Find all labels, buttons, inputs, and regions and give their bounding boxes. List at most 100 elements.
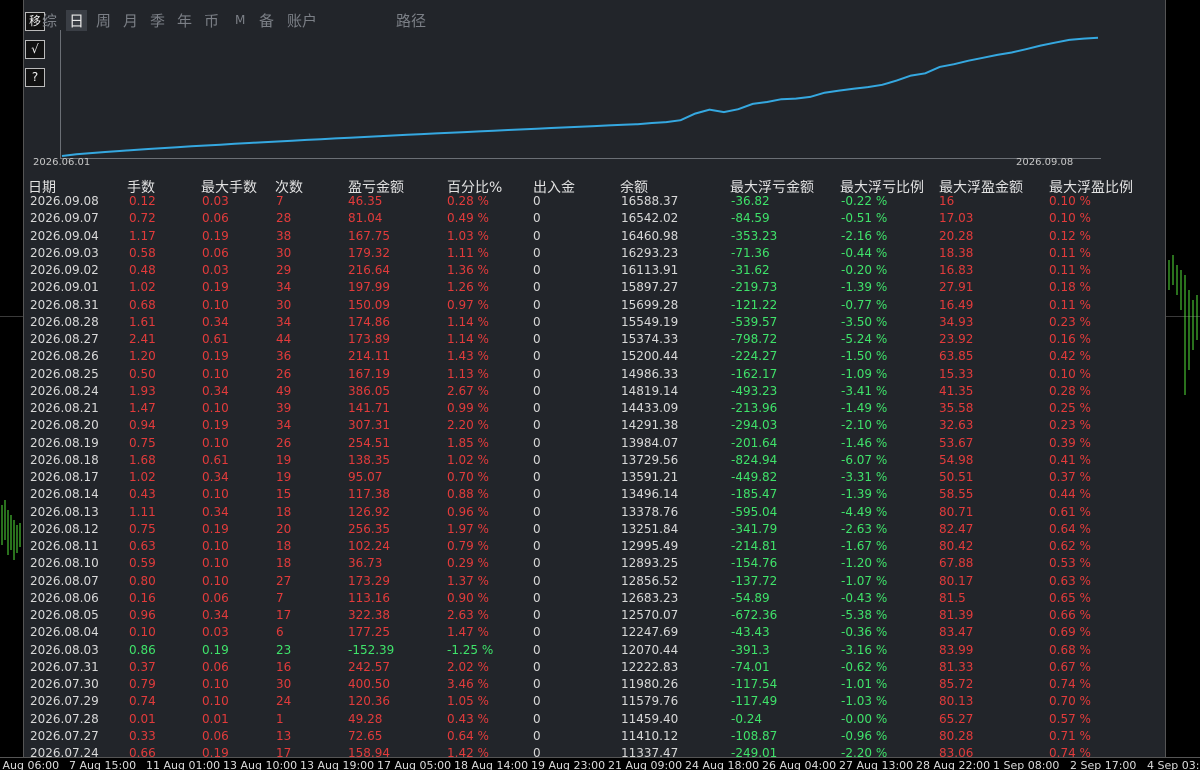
table-cell: 26 bbox=[276, 435, 292, 450]
table-cell: 400.50 bbox=[348, 677, 390, 691]
table-cell: -5.38 % bbox=[841, 608, 888, 622]
table-row[interactable]: 2026.08.27 2.41 0.61 44 173.89 1.14 % 0 15374.3… bbox=[24, 331, 1165, 348]
table-row[interactable]: 2026.09.01 1.02 0.19 34 197.99 1.26 % 0 15897.2… bbox=[24, 279, 1165, 296]
time-axis-label: 13 Aug 10:00 bbox=[223, 759, 298, 770]
table-cell: 0 bbox=[533, 280, 541, 295]
table-row[interactable]: 2026.07.28 0.01 0.01 1 49.28 0.43 % 0 11459.40 -… bbox=[24, 711, 1165, 728]
table-cell: 0.75 bbox=[129, 521, 156, 536]
tab-quarter[interactable]: 季 bbox=[150, 10, 165, 31]
table-cell: 80.71 bbox=[939, 504, 974, 519]
time-axis-label: 1 Sep 08:00 bbox=[993, 759, 1060, 770]
table-cell: 0.10 bbox=[129, 625, 156, 640]
table-cell: 1.61 bbox=[129, 314, 156, 329]
table-row[interactable]: 2026.09.02 0.48 0.03 29 216.64 1.36 % 0 16113.9… bbox=[24, 262, 1165, 279]
tab-account[interactable]: 账户 bbox=[287, 10, 317, 31]
table-row[interactable]: 2026.07.24 0.66 0.19 17 158.94 1.42 % 0 11337.4… bbox=[24, 745, 1165, 757]
table-cell: 2026.09.02 bbox=[30, 263, 99, 277]
background-candles-left bbox=[1, 500, 21, 560]
tab-month[interactable]: 月 bbox=[123, 10, 138, 31]
tab-currency[interactable]: 币 bbox=[204, 10, 219, 31]
table-cell: 167.75 bbox=[348, 228, 390, 243]
check-button[interactable]: √ bbox=[25, 40, 45, 59]
table-row[interactable]: 2026.09.08 0.12 0.03 7 46.35 0.28 % 0 16588.37 -… bbox=[24, 193, 1165, 210]
table-cell: 0.58 bbox=[129, 245, 156, 260]
table-cell: 29 bbox=[276, 263, 292, 277]
table-row[interactable]: 2026.08.18 1.68 0.61 19 138.35 1.02 % 0 13729.5… bbox=[24, 452, 1165, 469]
table-cell: 0.19 bbox=[202, 418, 229, 433]
tab-day[interactable]: 日 bbox=[66, 10, 88, 31]
table-row[interactable]: 2026.08.10 0.59 0.10 18 36.73 0.29 % 0 12893.25… bbox=[24, 555, 1165, 572]
table-cell: -1.07 % bbox=[841, 573, 888, 588]
tab-summary[interactable]: 综 bbox=[42, 10, 57, 31]
table-row[interactable]: 2026.07.31 0.37 0.06 16 242.57 2.02 % 0 12222.8… bbox=[24, 659, 1165, 676]
table-row[interactable]: 2026.09.04 1.17 0.19 38 167.75 1.03 % 0 16460.9… bbox=[24, 228, 1165, 245]
table-row[interactable]: 2026.08.21 1.47 0.10 39 141.71 0.99 % 0 14433.0… bbox=[24, 400, 1165, 417]
table-cell: 0.10 % bbox=[1049, 366, 1091, 381]
table-cell: -0.22 % bbox=[841, 194, 888, 208]
table-row[interactable]: 2026.08.20 0.94 0.19 34 307.31 2.20 % 0 14291.3… bbox=[24, 417, 1165, 434]
tab-m[interactable]: M bbox=[235, 13, 245, 27]
table-row[interactable]: 2026.08.25 0.50 0.10 26 167.19 1.13 % 0 14986.3… bbox=[24, 366, 1165, 383]
table-cell: 242.57 bbox=[348, 659, 390, 674]
tab-path[interactable]: 路径 bbox=[396, 10, 426, 31]
table-cell: 0.88 % bbox=[447, 487, 489, 502]
table-row[interactable]: 2026.08.12 0.75 0.19 20 256.35 1.97 % 0 13251.8… bbox=[24, 521, 1165, 538]
table-row[interactable]: 2026.09.03 0.58 0.06 30 179.32 1.11 % 0 16293.2… bbox=[24, 245, 1165, 262]
table-cell: 0 bbox=[533, 194, 541, 208]
table-cell: 32.63 bbox=[939, 418, 974, 433]
table-row[interactable]: 2026.07.30 0.79 0.10 30 400.50 3.46 % 0 11980.2… bbox=[24, 676, 1165, 693]
table-cell: 2026.08.21 bbox=[30, 401, 99, 415]
table-cell: -449.82 bbox=[731, 470, 778, 484]
table-row[interactable]: 2026.08.06 0.16 0.06 7 113.16 0.90 % 0 12683.23… bbox=[24, 590, 1165, 607]
table-row[interactable]: 2026.08.03 0.86 0.19 23 -152.39 -1.25 % 0 12070… bbox=[24, 642, 1165, 659]
table-cell: 138.35 bbox=[348, 452, 390, 467]
table-row[interactable]: 2026.08.11 0.63 0.10 18 102.24 0.79 % 0 12995.4… bbox=[24, 538, 1165, 555]
table-cell: 11410.12 bbox=[621, 728, 679, 743]
tab-year[interactable]: 年 bbox=[177, 10, 192, 31]
table-cell: 1.36 % bbox=[447, 263, 489, 277]
table-cell: 0.68 % bbox=[1049, 642, 1091, 657]
tab-week[interactable]: 周 bbox=[96, 10, 111, 31]
table-row[interactable]: 2026.08.13 1.11 0.34 18 126.92 0.96 % 0 13378.7… bbox=[24, 504, 1165, 521]
table-row[interactable]: 2026.08.24 1.93 0.34 49 386.05 2.67 % 0 14819.1… bbox=[24, 383, 1165, 400]
table-cell: 0.57 % bbox=[1049, 711, 1091, 726]
table-row[interactable]: 2026.08.17 1.02 0.34 19 95.07 0.70 % 0 13591.21… bbox=[24, 469, 1165, 486]
tab-backup[interactable]: 备 bbox=[259, 10, 274, 31]
table-cell: -1.03 % bbox=[841, 694, 888, 709]
table-cell: 1 bbox=[276, 711, 284, 726]
table-cell: 197.99 bbox=[348, 280, 390, 295]
table-cell: 1.85 % bbox=[447, 435, 489, 450]
table-cell: 0.59 bbox=[129, 556, 156, 571]
table-cell: 0.06 bbox=[202, 211, 229, 226]
table-row[interactable]: 2026.07.27 0.33 0.06 13 72.65 0.64 % 0 11410.12… bbox=[24, 728, 1165, 745]
table-cell: 0.19 bbox=[202, 228, 229, 243]
table-cell: 2026.08.20 bbox=[30, 418, 99, 433]
table-cell: 2026.07.24 bbox=[30, 746, 99, 757]
table-row[interactable]: 2026.08.26 1.20 0.19 36 214.11 1.43 % 0 15200.4… bbox=[24, 348, 1165, 365]
table-row[interactable]: 2026.08.28 1.61 0.34 34 174.86 1.14 % 0 15549.1… bbox=[24, 314, 1165, 331]
table-cell: 1.37 % bbox=[447, 573, 489, 588]
table-row[interactable]: 2026.08.31 0.68 0.10 30 150.09 0.97 % 0 15699.2… bbox=[24, 297, 1165, 314]
table-cell: 0.42 % bbox=[1049, 349, 1091, 364]
table-row[interactable]: 2026.08.19 0.75 0.10 26 254.51 1.85 % 0 13984.0… bbox=[24, 435, 1165, 452]
table-cell: 2026.08.25 bbox=[30, 366, 99, 381]
table-cell: -0.43 % bbox=[841, 590, 888, 605]
table-cell: 0.12 % bbox=[1049, 228, 1091, 243]
table-row[interactable]: 2026.08.07 0.80 0.10 27 173.29 1.37 % 0 12856.5… bbox=[24, 573, 1165, 590]
table-row[interactable]: 2026.08.14 0.43 0.10 15 117.38 0.88 % 0 13496.1… bbox=[24, 486, 1165, 503]
table-cell: 1.11 % bbox=[447, 245, 489, 260]
table-cell: -162.17 bbox=[731, 366, 778, 381]
table-cell: 18 bbox=[276, 504, 292, 519]
table-row[interactable]: 2026.07.29 0.74 0.10 24 120.36 1.05 % 0 11579.7… bbox=[24, 693, 1165, 710]
table-row[interactable]: 2026.08.05 0.96 0.34 17 322.38 2.63 % 0 12570.0… bbox=[24, 607, 1165, 624]
table-cell: 0.39 % bbox=[1049, 435, 1091, 450]
table-cell: -185.47 bbox=[731, 487, 778, 502]
table-cell: 80.17 bbox=[939, 573, 974, 588]
table-cell: 322.38 bbox=[348, 608, 390, 622]
table-row[interactable]: 2026.09.07 0.72 0.06 28 81.04 0.49 % 0 16542.02… bbox=[24, 210, 1165, 227]
table-cell: 0 bbox=[533, 297, 541, 312]
help-button[interactable]: ? bbox=[25, 68, 45, 87]
table-row[interactable]: 2026.08.04 0.10 0.03 6 177.25 1.47 % 0 12247.69… bbox=[24, 624, 1165, 641]
table-cell: 0.10 bbox=[202, 366, 229, 381]
table-cell: -43.43 bbox=[731, 625, 770, 640]
